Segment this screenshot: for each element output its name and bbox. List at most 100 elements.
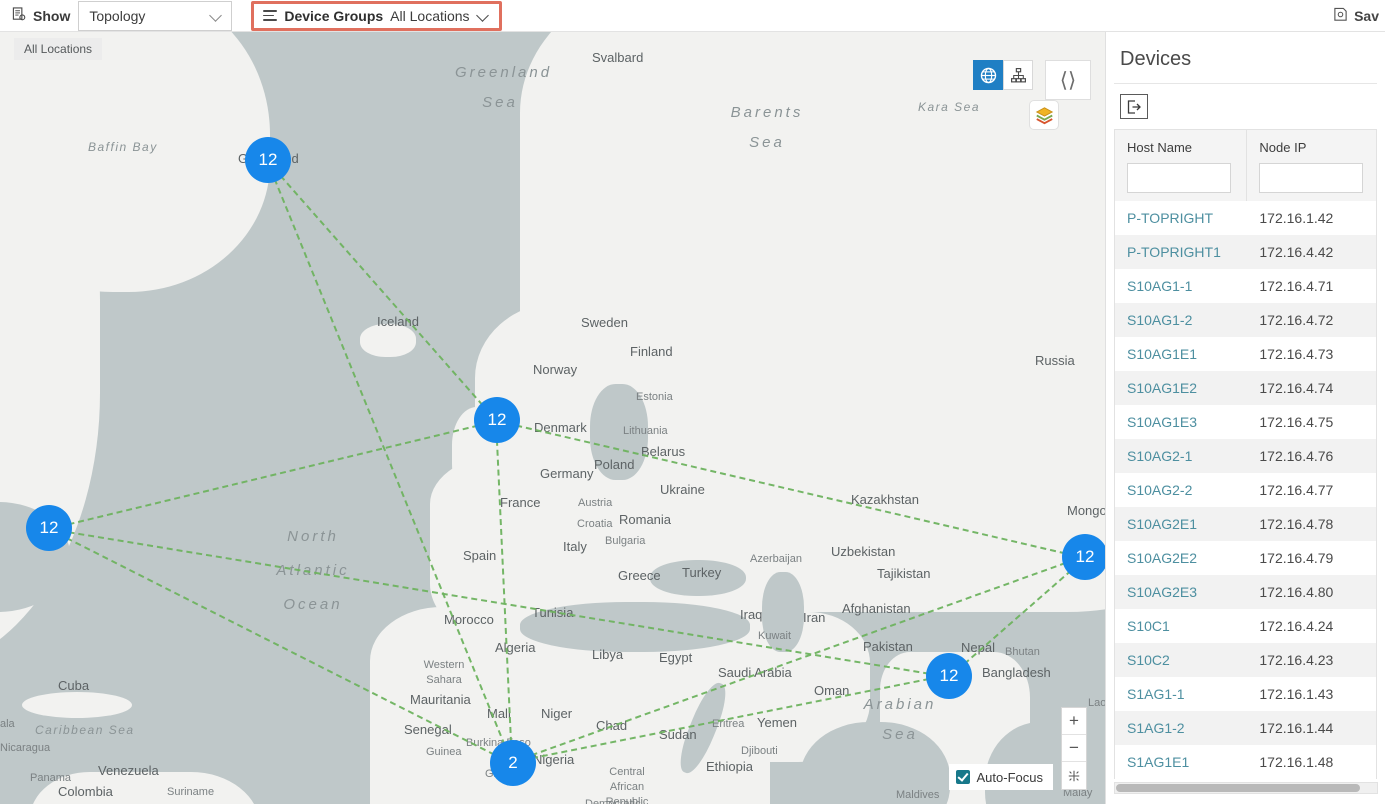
auto-focus-checkbox[interactable] (955, 770, 970, 784)
landmass-iceland (360, 324, 416, 357)
cell-host-name[interactable]: S10C2 (1115, 643, 1247, 677)
save-label: Sav (1354, 8, 1379, 24)
cluster-marker[interactable]: 12 (1062, 534, 1105, 580)
show-label-group: Show (0, 6, 78, 25)
column-header-node-ip[interactable]: Node IP (1247, 130, 1376, 201)
breadcrumb-all-locations[interactable]: All Locations (14, 38, 103, 60)
cell-host-name[interactable]: S1AG1-1 (1115, 677, 1247, 711)
cell-host-name[interactable]: S10AG1E1 (1115, 337, 1247, 371)
devices-panel: Devices Host Name Node IP P-TOPRIGHT 172.1… (1105, 32, 1385, 804)
globe-view-button[interactable] (973, 60, 1003, 90)
table-row[interactable]: S10AG2E2 172.16.4.79 (1115, 541, 1376, 575)
topology-map[interactable]: Greenland Sea Svalbard Barents Sea Kara Sea… (0, 32, 1105, 804)
table-row[interactable]: S1AG1E1 172.16.1.48 (1115, 745, 1376, 779)
cell-host-name[interactable]: S1AG1-2 (1115, 711, 1247, 745)
topology-link (266, 160, 497, 422)
cell-host-name[interactable]: P-TOPRIGHT1 (1115, 235, 1247, 269)
map-label: Cuba (58, 678, 90, 693)
cell-node-ip: 172.16.4.78 (1259, 516, 1334, 532)
show-select-value: Topology (89, 7, 146, 24)
map-view-toggle-group (973, 60, 1033, 90)
cell-host-name[interactable]: S10C1 (1115, 609, 1247, 643)
table-row[interactable]: S10AG2-1 172.16.4.76 (1115, 439, 1376, 473)
map-label: Nicaragua (0, 742, 51, 754)
table-row[interactable]: S10C2 172.16.4.23 (1115, 643, 1376, 677)
map-layers-button[interactable] (1029, 100, 1059, 130)
cluster-marker[interactable]: 12 (474, 397, 520, 443)
chevron-left-right-icon: ⟨⟩ (1059, 68, 1077, 92)
export-row (1106, 84, 1385, 129)
cell-host-name[interactable]: P-TOPRIGHT (1115, 201, 1247, 235)
table-row[interactable]: S10C1 172.16.4.24 (1115, 609, 1376, 643)
filter-input-node-ip[interactable] (1259, 163, 1364, 193)
show-label: Show (33, 7, 71, 24)
fit-to-screen-button[interactable] (1062, 762, 1086, 789)
cluster-marker[interactable]: 12 (245, 137, 291, 183)
cell-node-ip: 172.16.1.42 (1259, 210, 1334, 226)
auto-focus-label: Auto-Focus (976, 769, 1043, 785)
sea-baltic (590, 384, 648, 480)
table-row[interactable]: P-TOPRIGHT1 172.16.4.42 (1115, 235, 1376, 269)
cell-host-name[interactable]: S10AG1-2 (1115, 303, 1247, 337)
cell-node-ip: 172.16.1.48 (1259, 754, 1334, 770)
cluster-marker[interactable]: 2 (490, 740, 536, 786)
table-row[interactable]: S10AG1E3 172.16.4.75 (1115, 405, 1376, 439)
table-row[interactable]: S10AG2E3 172.16.4.80 (1115, 575, 1376, 609)
table-row[interactable]: S10AG1-1 172.16.4.71 (1115, 269, 1376, 303)
cell-node-ip: 172.16.4.23 (1259, 652, 1334, 668)
scrollbar-thumb[interactable] (1116, 784, 1360, 792)
show-select[interactable]: Topology (78, 0, 233, 31)
cell-host-name[interactable]: S10AG1E2 (1115, 371, 1247, 405)
cell-host-name[interactable]: S10AG2-2 (1115, 473, 1247, 507)
cell-host-name[interactable]: S10AG2E1 (1115, 507, 1247, 541)
filter-input-host-name[interactable] (1127, 163, 1231, 193)
column-header-label: Host Name (1127, 140, 1193, 155)
table-row[interactable]: S10AG1E1 172.16.4.73 (1115, 337, 1376, 371)
save-button[interactable]: Sav (1323, 0, 1385, 32)
hierarchy-icon (1010, 67, 1026, 82)
cell-host-name[interactable]: S10AG2E2 (1115, 541, 1247, 575)
panel-collapse-button[interactable]: ⟨⟩ (1045, 60, 1091, 100)
fit-to-screen-icon (1068, 770, 1080, 781)
zoom-out-button[interactable]: − (1062, 735, 1086, 762)
table-row[interactable]: P-TOPRIGHT 172.16.1.42 (1115, 201, 1376, 235)
auto-focus-toggle[interactable]: Auto-Focus (948, 764, 1053, 790)
cluster-marker[interactable]: 12 (926, 653, 972, 699)
horizontal-scrollbar[interactable] (1114, 782, 1378, 794)
cell-node-ip: 172.16.4.71 (1259, 278, 1334, 294)
cluster-marker[interactable]: 12 (26, 505, 72, 551)
topology-map-page: Show Topology Device Groups All Location… (0, 0, 1385, 804)
device-groups-selector[interactable]: Device Groups All Locations (251, 0, 502, 31)
chevron-down-icon (477, 9, 490, 22)
cell-host-name[interactable]: S10AG2E3 (1115, 575, 1247, 609)
table-row[interactable]: S1AG1-1 172.16.1.43 (1115, 677, 1376, 711)
panel-title: Devices (1120, 48, 1192, 70)
cell-host-name[interactable]: S10AG1-1 (1115, 269, 1247, 303)
cell-node-ip: 172.16.4.72 (1259, 312, 1334, 328)
cell-node-ip: 172.16.4.24 (1259, 618, 1334, 634)
map-zoom-controls: + − (1061, 707, 1087, 790)
landmass-svalbard (563, 42, 633, 152)
device-groups-label: Device Groups (284, 7, 384, 24)
map-label: Lao (1088, 697, 1105, 709)
cell-node-ip: 172.16.4.73 (1259, 346, 1334, 362)
device-groups-value: All Locations (390, 7, 470, 24)
hierarchy-view-button[interactable] (1003, 60, 1033, 90)
cell-host-name[interactable]: S10AG1E3 (1115, 405, 1247, 439)
table-row[interactable]: S10AG2E1 172.16.4.78 (1115, 507, 1376, 541)
cell-host-name[interactable]: S10AG2-1 (1115, 439, 1247, 473)
table-body: P-TOPRIGHT 172.16.1.42 P-TOPRIGHT1 172.16.4… (1115, 201, 1376, 779)
cell-node-ip: 172.16.1.43 (1259, 686, 1334, 702)
table-row[interactable]: S1AG1-2 172.16.1.44 (1115, 711, 1376, 745)
table-row[interactable]: S10AG2-2 172.16.4.77 (1115, 473, 1376, 507)
zoom-in-button[interactable]: + (1062, 708, 1086, 735)
export-button[interactable] (1120, 94, 1148, 119)
menu-lines-icon (263, 10, 278, 21)
cell-host-name[interactable]: S1AG1E1 (1115, 745, 1247, 779)
export-icon (1127, 99, 1141, 114)
save-icon (1333, 7, 1348, 25)
column-header-host-name[interactable]: Host Name (1115, 130, 1248, 201)
landmass-south-america (30, 772, 260, 804)
table-row[interactable]: S10AG1E2 172.16.4.74 (1115, 371, 1376, 405)
table-row[interactable]: S10AG1-2 172.16.4.72 (1115, 303, 1376, 337)
